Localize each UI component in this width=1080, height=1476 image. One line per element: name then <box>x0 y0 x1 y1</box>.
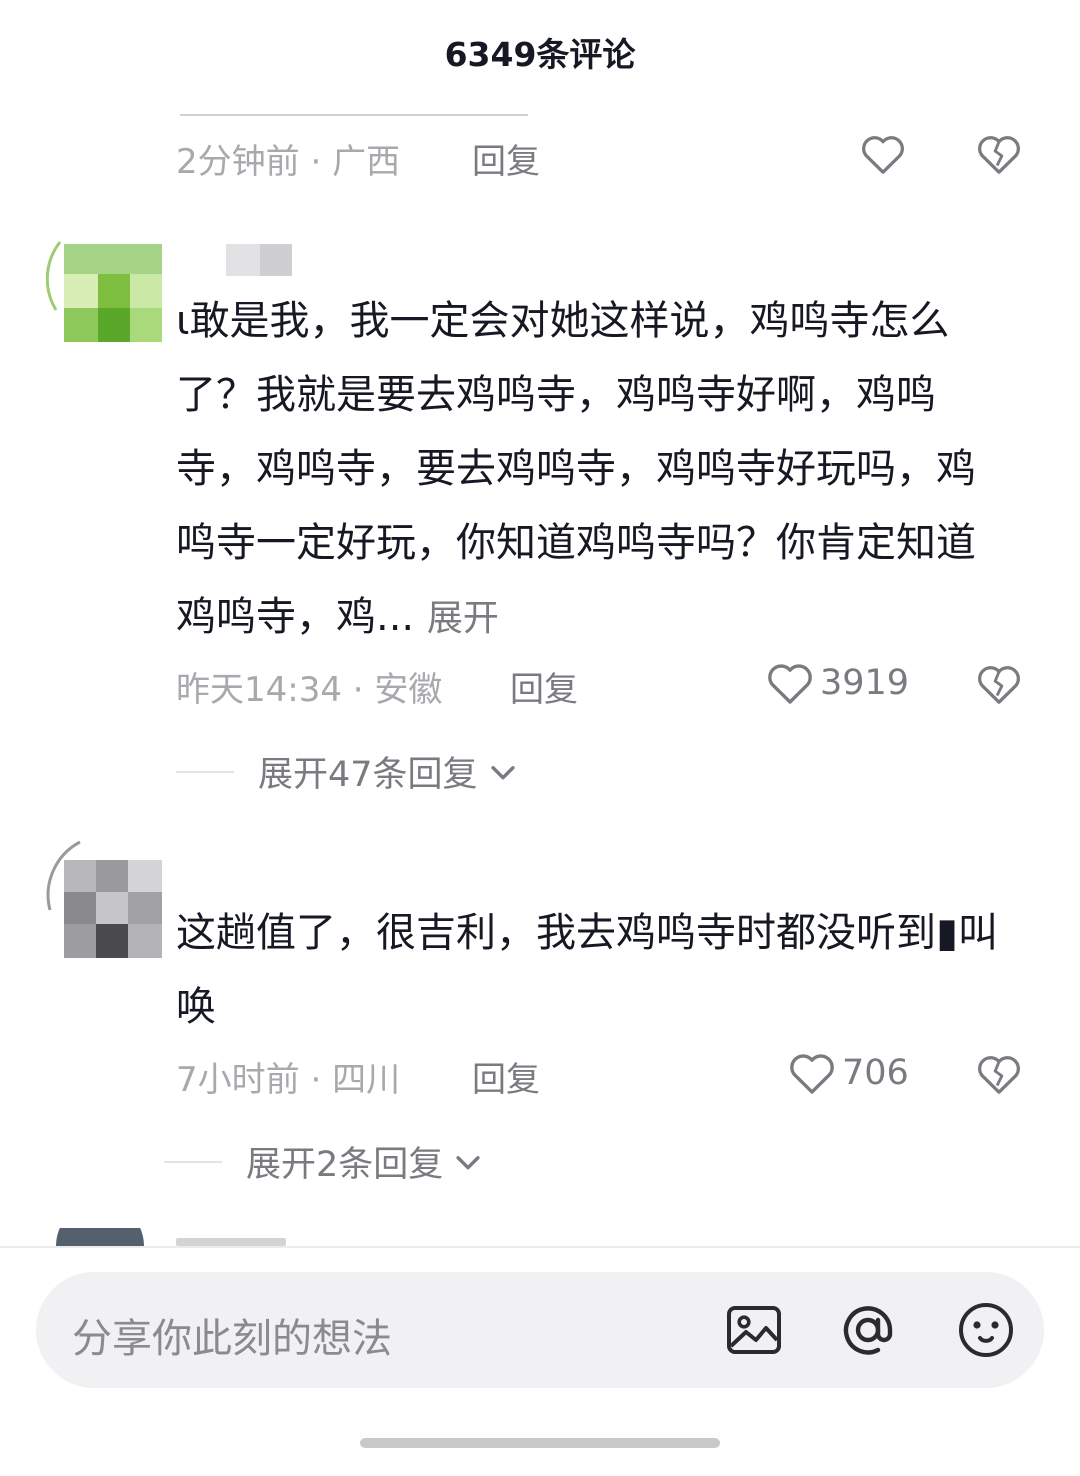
username-remnant <box>176 1238 286 1246</box>
like-count: 3919 <box>820 663 910 703</box>
expand-text-button[interactable]: 展开 <box>427 598 499 639</box>
replies-toggle-label: 展开2条回复 <box>246 1145 444 1185</box>
comment-time: 2分钟前 <box>176 142 300 182</box>
chevron-down-icon <box>456 1155 480 1169</box>
comment-meta: 7小时前 · 四川 <box>176 1052 400 1101</box>
like-button[interactable]: 706 <box>788 1050 909 1096</box>
mention-button[interactable] <box>836 1298 900 1362</box>
comment-input-placeholder[interactable]: 分享你此刻的想法 <box>72 1306 392 1364</box>
reply-button[interactable]: 回复 <box>510 662 578 711</box>
avatar-image <box>46 840 162 958</box>
expand-replies-button[interactable]: 展开2条回复 <box>164 1136 485 1187</box>
replies-toggle-label: 展开47条回复 <box>258 755 478 795</box>
username-blurred <box>226 244 292 276</box>
comment-text: ι敢是我，我一定会对她这样说，鸡鸣寺怎么了？我就是要去鸡鸣寺，鸡鸣寺好啊，鸡鸣寺… <box>176 284 1006 656</box>
heart-outline-icon <box>862 136 904 174</box>
broken-heart-icon <box>978 1056 1020 1094</box>
dislike-button[interactable] <box>976 132 1022 180</box>
home-indicator[interactable] <box>360 1438 720 1448</box>
comment-input-bar[interactable]: 分享你此刻的想法 <box>36 1272 1044 1388</box>
comment-location: 广西 <box>332 142 401 182</box>
comment-location: 四川 <box>332 1060 401 1100</box>
expand-replies-button[interactable]: 展开47条回复 <box>176 746 520 797</box>
dislike-button[interactable] <box>976 1052 1022 1100</box>
avatar-image <box>46 240 162 342</box>
dislike-button[interactable] <box>976 662 1022 710</box>
like-count: 706 <box>842 1053 909 1093</box>
comment-time: 昨天14:34 <box>176 670 342 710</box>
comment-time: 7小时前 <box>176 1060 300 1100</box>
comment-text: 这趟值了，很吉利，我去鸡鸣寺时都没听到▮叫唤 <box>176 910 999 1030</box>
comment-body: ι敢是我，我一定会对她这样说，鸡鸣寺怎么了？我就是要去鸡鸣寺，鸡鸣寺好啊，鸡鸣寺… <box>176 298 976 640</box>
heart-outline-icon <box>768 664 812 704</box>
replies-divider-line <box>164 1160 222 1163</box>
meta-separator: · <box>310 142 333 182</box>
broken-heart-icon <box>978 136 1020 174</box>
comments-sheet: 6349条评论 2分钟前 · 广西 回复 ι敢是我，我一定会对她这样说，鸡鸣寺怎… <box>0 0 1080 1476</box>
broken-heart-icon <box>978 666 1020 704</box>
avatar[interactable] <box>46 240 162 342</box>
emoji-button[interactable] <box>954 1298 1018 1362</box>
image-icon <box>727 1306 781 1354</box>
image-button[interactable] <box>722 1298 786 1362</box>
meta-separator: · <box>310 1060 333 1100</box>
meta-separator: · <box>352 670 375 710</box>
at-icon <box>843 1306 893 1355</box>
like-button[interactable]: 3919 <box>766 660 909 706</box>
avatar-image <box>56 1228 144 1246</box>
chevron-down-icon <box>490 765 515 779</box>
reply-button[interactable]: 回复 <box>472 134 540 183</box>
heart-outline-icon <box>790 1054 834 1094</box>
comment-text-remnant <box>180 114 528 116</box>
emoji-icon <box>959 1303 1013 1357</box>
comment-meta: 2分钟前 · 广西 <box>176 134 400 183</box>
comment-location: 安徽 <box>374 670 443 710</box>
comment-count-title: 6349条评论 <box>444 35 636 74</box>
avatar[interactable] <box>46 840 162 958</box>
input-divider <box>0 1246 1080 1248</box>
like-button[interactable] <box>860 132 906 176</box>
reply-button[interactable]: 回复 <box>472 1052 540 1101</box>
username[interactable] <box>226 244 292 276</box>
avatar[interactable] <box>56 1228 144 1246</box>
replies-divider-line <box>176 770 234 773</box>
comment-meta: 昨天14:34 · 安徽 <box>176 662 442 711</box>
